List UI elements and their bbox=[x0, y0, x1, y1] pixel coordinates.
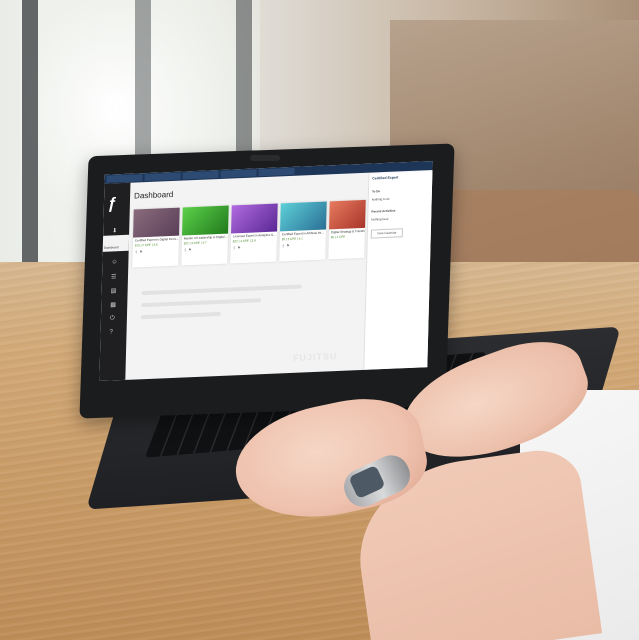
download-icon[interactable]: ⬇ bbox=[112, 227, 117, 234]
laptop-screen: ƒ Dashboard ⬇ ☺ ☰ ▤ ▦ ⏻ ? Dashboard Cert… bbox=[99, 161, 433, 381]
calendar-icon[interactable]: ▦ bbox=[110, 301, 116, 308]
panel-header: Certified Expert bbox=[372, 175, 399, 181]
recent-empty-text: Nothing here bbox=[371, 216, 389, 222]
course-meta: $5 | 2 CPE bbox=[330, 234, 346, 240]
photo-scene: ƒ Dashboard ⬇ ☺ ☰ ▤ ▦ ⏻ ? Dashboard Cert… bbox=[0, 0, 639, 640]
app-logo-icon: ƒ bbox=[107, 195, 118, 213]
course-thumbnail bbox=[329, 199, 366, 230]
bookmark-icon[interactable]: ⚑ bbox=[139, 249, 143, 254]
course-card[interactable]: Certified Expert in Digital Innov... $10… bbox=[132, 207, 180, 268]
people-icon[interactable]: ☺ bbox=[111, 259, 117, 265]
view-calendar-button[interactable]: View Calendar bbox=[370, 228, 403, 239]
browser-tab[interactable] bbox=[220, 169, 257, 178]
course-card[interactable]: Digital Strategy & Transformat... $5 | 2… bbox=[328, 199, 366, 260]
browser-tab[interactable] bbox=[258, 167, 295, 177]
laptop-webcam bbox=[250, 155, 280, 161]
share-icon[interactable]: ⇪ bbox=[282, 243, 285, 248]
recent-activities-heading: Recent Activities bbox=[371, 208, 396, 214]
course-card[interactable]: Licensed Expert in Analytics &... $22 | … bbox=[230, 203, 278, 264]
page-title: Dashboard bbox=[133, 189, 174, 201]
course-thumbnail bbox=[182, 205, 229, 236]
document-icon[interactable]: ▤ bbox=[111, 287, 117, 294]
help-icon[interactable]: ? bbox=[109, 329, 113, 335]
course-thumbnail bbox=[231, 203, 278, 234]
list-icon[interactable]: ☰ bbox=[111, 273, 117, 280]
share-icon[interactable]: ⇪ bbox=[184, 247, 187, 252]
course-card[interactable]: Master of Leadership in Digital ... $22 … bbox=[181, 205, 229, 266]
background-pillar bbox=[22, 0, 38, 270]
browser-tab[interactable] bbox=[106, 174, 143, 183]
bookmark-icon[interactable]: ⚑ bbox=[188, 247, 192, 252]
bookmark-icon[interactable]: ⚑ bbox=[286, 243, 290, 248]
bookmark-icon[interactable]: ⚑ bbox=[237, 245, 241, 250]
share-icon[interactable]: ⇪ bbox=[233, 245, 236, 250]
power-icon[interactable]: ⏻ bbox=[110, 315, 115, 322]
course-thumbnail bbox=[133, 207, 180, 238]
browser-tab[interactable] bbox=[144, 172, 181, 182]
todo-empty-text: Nothing to do bbox=[371, 196, 390, 202]
browser-tab[interactable] bbox=[182, 170, 219, 180]
sidebar-item-label: Dashboard bbox=[103, 245, 119, 250]
right-panel: Certified Expert To Do Nothing to do Rec… bbox=[363, 170, 433, 370]
app-sidebar: ƒ Dashboard ⬇ ☺ ☰ ▤ ▦ ⏻ ? bbox=[99, 182, 131, 381]
share-icon[interactable]: ⇪ bbox=[135, 249, 138, 254]
todo-heading: To Do bbox=[371, 189, 381, 194]
content-placeholder bbox=[140, 275, 342, 353]
course-card[interactable]: Certified Expert in Artificial Int... $5… bbox=[279, 201, 327, 262]
course-thumbnail bbox=[280, 201, 327, 232]
